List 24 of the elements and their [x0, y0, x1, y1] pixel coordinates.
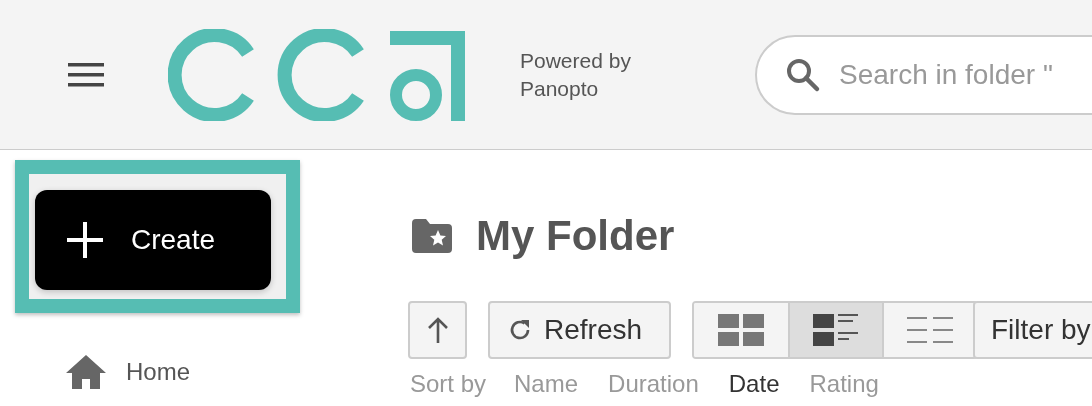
grid-icon	[718, 314, 764, 346]
folder-title: My Folder	[476, 212, 675, 260]
powered-by-text: Powered by Panopto	[520, 47, 632, 102]
search-icon	[785, 56, 821, 93]
detail-view-button[interactable]	[788, 303, 882, 357]
list-view-button[interactable]	[882, 303, 976, 357]
folder-star-icon	[412, 219, 452, 253]
home-link[interactable]: Home	[126, 358, 191, 386]
filter-button[interactable]: Filter by	[973, 301, 1092, 359]
refresh-icon	[508, 318, 532, 342]
refresh-button[interactable]: Refresh	[488, 301, 671, 359]
grid-view-button[interactable]	[694, 303, 788, 357]
logo-icon	[168, 28, 465, 121]
up-button[interactable]	[408, 301, 467, 359]
plus-icon	[67, 222, 103, 258]
up-arrow-icon	[426, 317, 449, 343]
search-field[interactable]: Search in folder "	[755, 34, 1092, 115]
sort-label: Sort by	[410, 369, 487, 399]
home-icon	[66, 355, 106, 389]
menu-icon[interactable]	[68, 62, 104, 87]
detail-list-icon	[813, 314, 859, 346]
create-button[interactable]: Create	[35, 190, 271, 290]
sort-option[interactable]: Date	[728, 369, 780, 399]
list-icon	[907, 317, 953, 343]
